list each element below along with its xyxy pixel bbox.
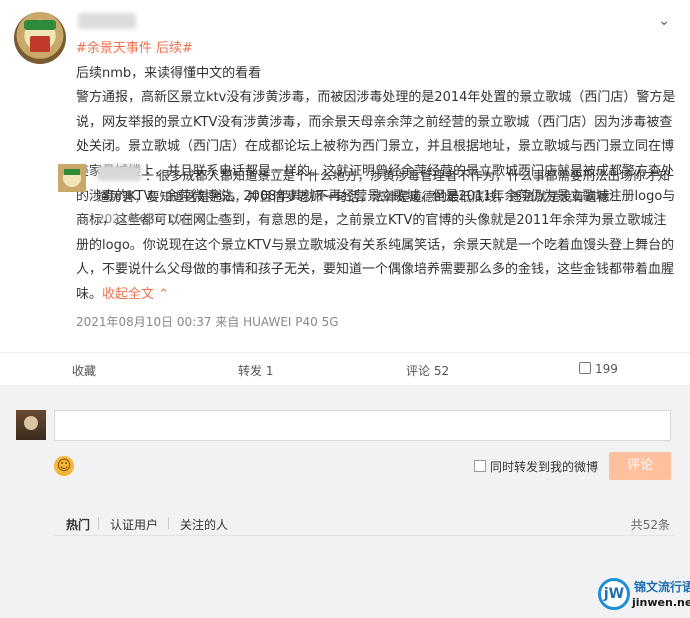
action-bar: 收藏 转发 1 评论 52 199 <box>0 352 690 386</box>
chevron-down-icon[interactable]: ⌄ <box>658 14 670 28</box>
like-count: 199 <box>595 362 618 376</box>
tab-divider <box>98 517 99 529</box>
repost-count-label: 转发 1 <box>238 364 274 378</box>
comment-tabs: 热门 认证用户 关注的人 共52条 <box>54 510 674 536</box>
comment-total: 共52条 <box>630 518 670 532</box>
comment-input[interactable] <box>54 410 671 441</box>
tab-following[interactable]: 关注的人 <box>180 516 228 533</box>
comment-text: ：很多成都人都知道景立是个什么地方，涉黄涉毒管理者不作为，什么事都需要刑法出场你… <box>97 168 671 204</box>
post-timestamp: 2021年08月10日 00:37 来自 HUAWEI P40 5G <box>76 315 339 329</box>
collapse-link[interactable]: 收起全文 ⌃ <box>102 287 169 302</box>
watermark-logo-icon: jW <box>598 578 630 610</box>
favorite-label: 收藏 <box>72 364 97 378</box>
author-name-blurred[interactable] <box>78 13 136 29</box>
tab-divider <box>168 517 169 529</box>
commenter-avatar[interactable] <box>58 164 86 192</box>
commenter-name-blurred[interactable] <box>97 165 141 181</box>
my-avatar <box>16 410 46 440</box>
tab-hot[interactable]: 热门 <box>66 516 90 533</box>
comment-section: ☺ 同时转发到我的微博 评论 热门 认证用户 关注的人 共52条 <box>0 386 690 618</box>
author-avatar[interactable] <box>14 12 66 64</box>
like-icon <box>579 362 591 374</box>
tab-verified[interactable]: 认证用户 <box>110 516 158 533</box>
favorite-button[interactable]: 收藏 <box>72 362 96 379</box>
like-button[interactable]: 199 <box>579 362 618 376</box>
comment-button[interactable]: 评论 52 <box>406 362 449 379</box>
site-watermark: jW 锦文流行语 jinwen.net <box>598 574 690 618</box>
repost-checkbox-label: 同时转发到我的微博 <box>490 460 599 474</box>
repost-checkbox[interactable] <box>474 460 486 472</box>
submit-comment-button[interactable]: 评论 <box>609 452 671 480</box>
emoji-icon[interactable]: ☺ <box>54 456 74 476</box>
watermark-cn-text: 锦文流行语 <box>634 580 690 594</box>
comment-timestamp: 2021年08月10日 00:45 <box>97 212 233 226</box>
watermark-url-text: jinwen.net <box>632 596 690 609</box>
post-first-line: 后续nmb，来读得懂中文的看看 <box>76 65 262 81</box>
comment-count-label: 评论 52 <box>406 364 450 378</box>
hashtag-link[interactable]: #余景天事件 后续# <box>76 41 193 56</box>
repost-button[interactable]: 转发 1 <box>238 362 273 379</box>
